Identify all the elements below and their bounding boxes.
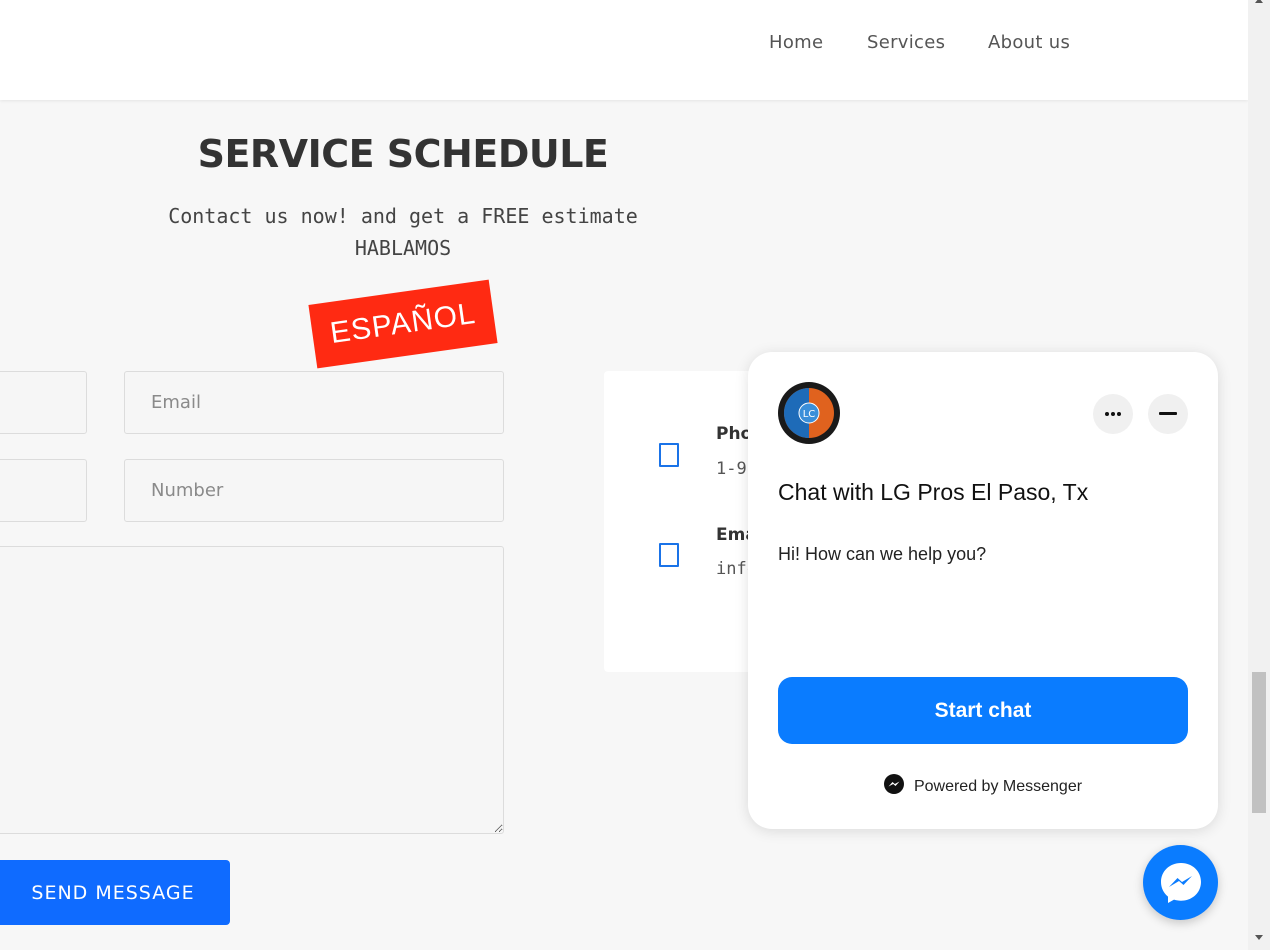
messenger-bubble-icon — [1160, 862, 1201, 903]
name-input[interactable] — [0, 371, 87, 434]
email-icon — [659, 543, 679, 567]
section-title: SERVICE SCHEDULE — [197, 132, 609, 176]
minimize-icon[interactable] — [1148, 394, 1188, 434]
business-avatar: LC — [778, 382, 840, 444]
powered-by-messenger[interactable]: Powered by Messenger — [748, 774, 1218, 799]
phone-label: Pho — [716, 424, 753, 444]
messenger-launcher-button[interactable] — [1143, 845, 1218, 920]
nav-home-link[interactable]: Home — [769, 32, 823, 53]
more-options-icon[interactable] — [1093, 394, 1133, 434]
section-subtitle-hablamos: HABLAMOS — [354, 236, 452, 260]
espanol-badge[interactable]: ESPAÑOL — [308, 279, 498, 369]
nav-about-link[interactable]: About us — [988, 32, 1070, 53]
scroll-down-arrow-icon[interactable] — [1255, 935, 1263, 940]
chat-greeting: Hi! How can we help you? — [778, 544, 987, 564]
top-navbar: Home Services About us — [0, 0, 1248, 100]
scrollbar-thumb[interactable] — [1252, 672, 1266, 813]
messenger-chat-widget: LC Chat with LG Pros El Paso, Tx Hi! How… — [748, 352, 1218, 829]
avatar-initials: LC — [803, 409, 816, 420]
chat-title: Chat with LG Pros El Paso, Tx — [778, 479, 1089, 505]
scroll-up-arrow-icon[interactable] — [1255, 0, 1263, 3]
email-input[interactable] — [124, 371, 504, 434]
messenger-logo-icon — [883, 774, 904, 799]
powered-by-text: Powered by Messenger — [913, 777, 1083, 795]
message-textarea[interactable] — [0, 546, 504, 834]
phone-icon — [659, 443, 679, 467]
nav-services-link[interactable]: Services — [867, 32, 945, 53]
subject-input[interactable] — [0, 459, 87, 522]
number-input[interactable] — [124, 459, 504, 522]
section-subtitle: Contact us now! and get a FREE estimate — [168, 204, 638, 228]
page-scrollbar[interactable] — [1248, 0, 1270, 950]
send-message-button[interactable]: SEND MESSAGE — [0, 860, 230, 925]
start-chat-button[interactable]: Start chat — [778, 677, 1188, 744]
phone-value: 1-9 — [716, 459, 747, 479]
